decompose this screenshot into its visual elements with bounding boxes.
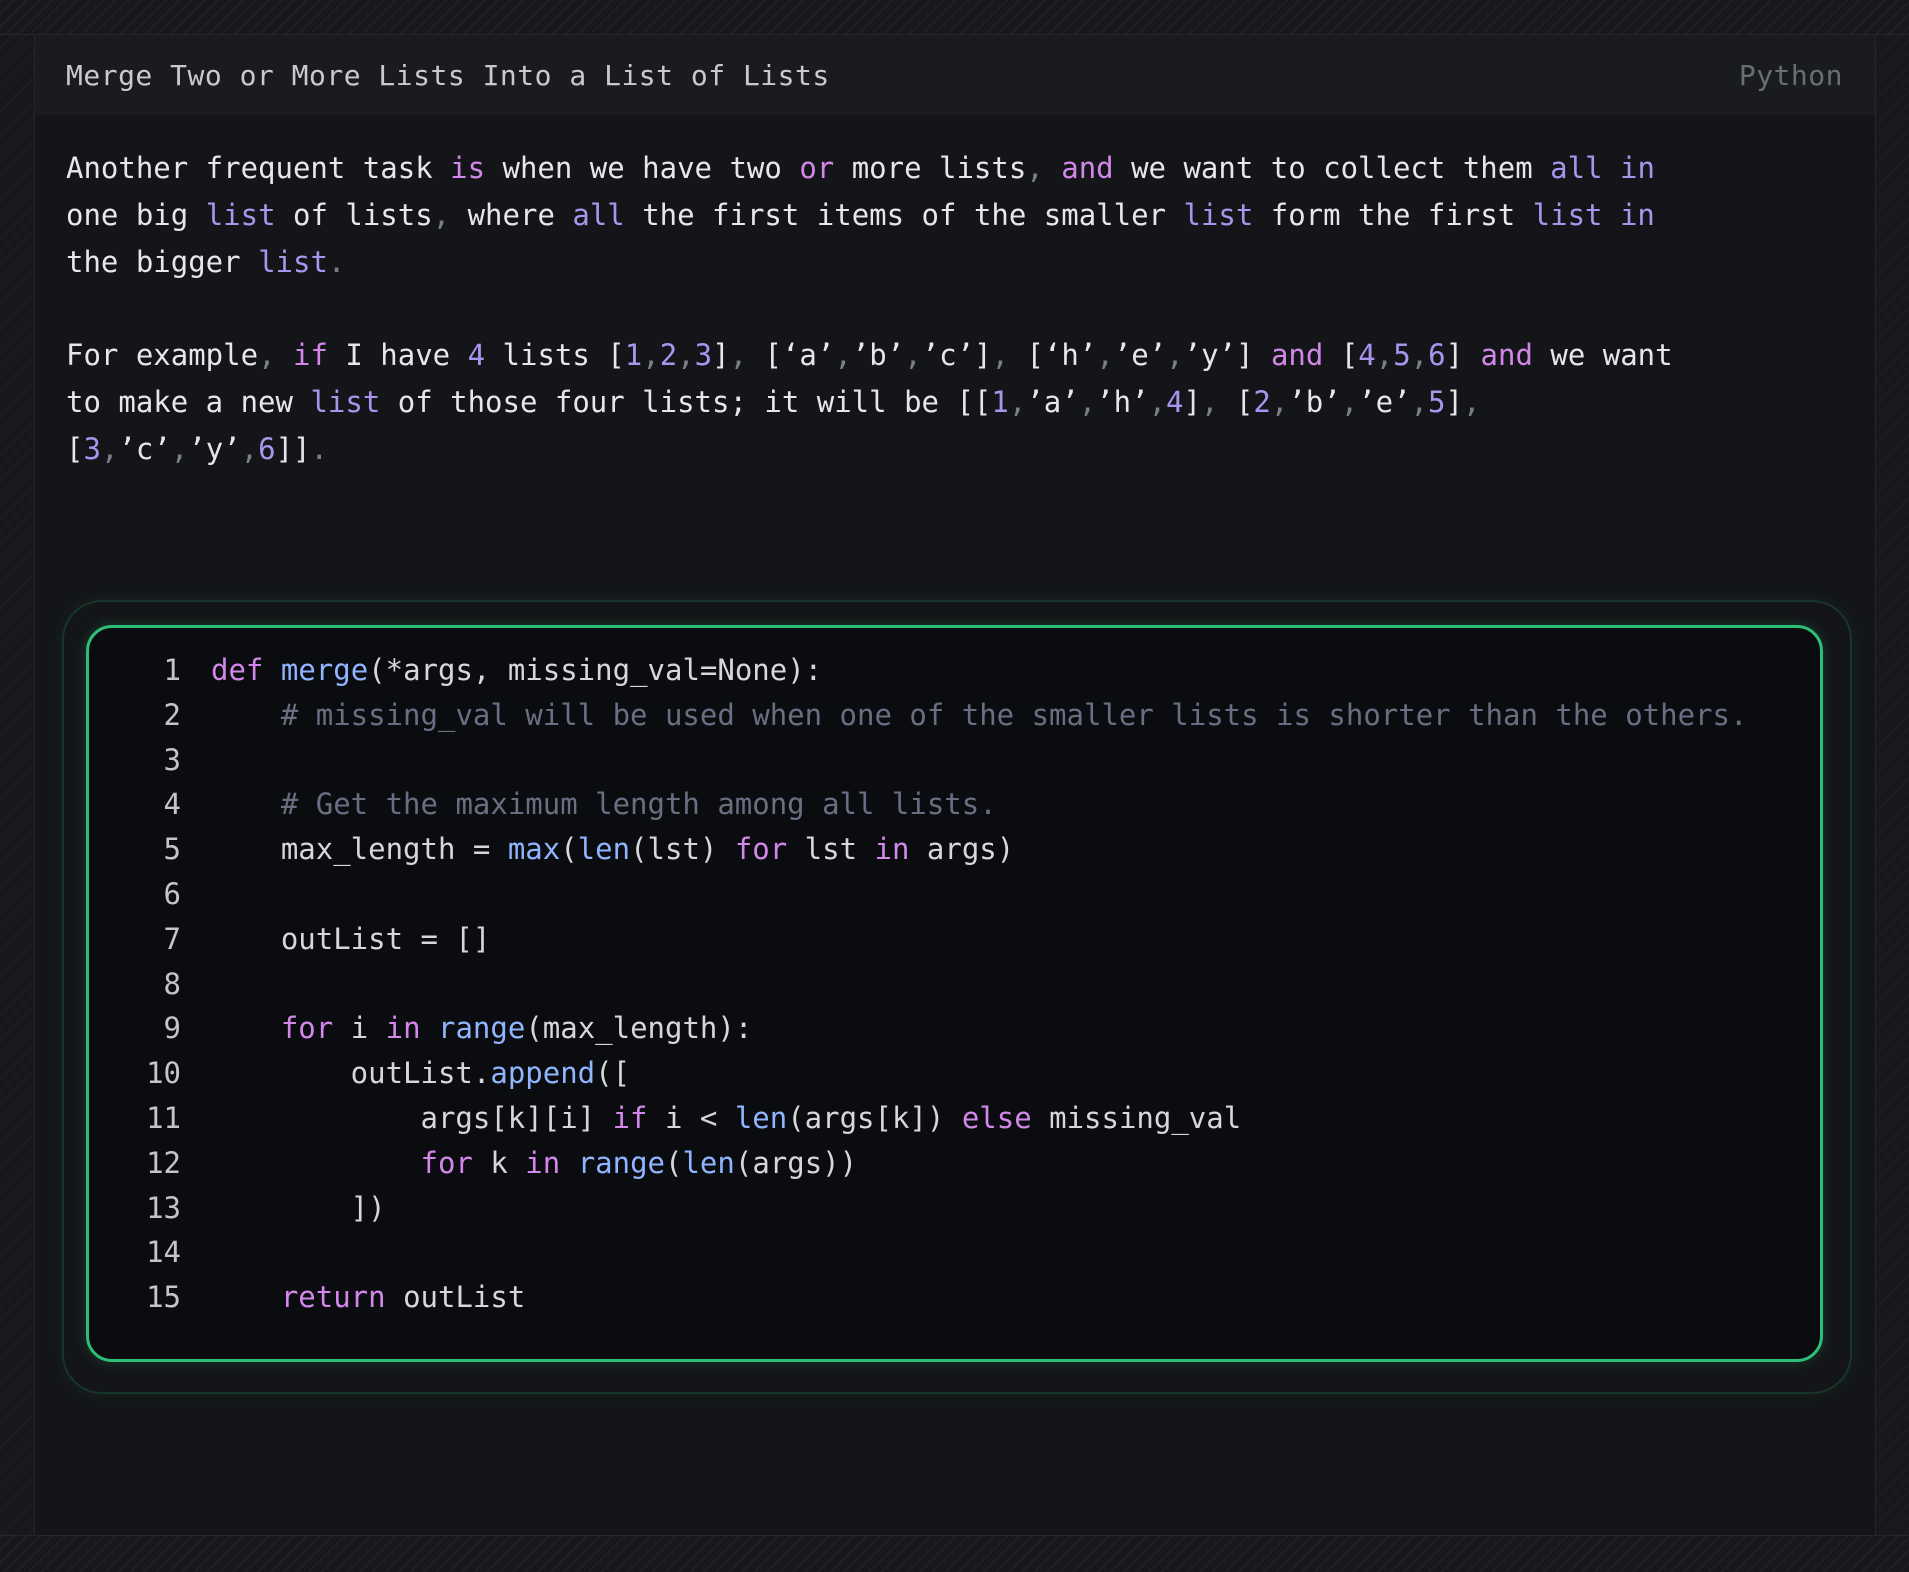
code-block: 1 def merge(*args, missing_val=None): 2 # … [86,625,1823,1362]
line-number: 1 [163,653,181,687]
code-text: args[k][i] if i < len(args[k]) else miss… [211,1100,1242,1135]
line-number: 10 [146,1056,181,1091]
code-line: 8 [129,962,1747,1007]
code-content: 1 def merge(*args, missing_val=None): 2 # … [129,648,1747,1320]
top-hatch-border [0,0,1909,35]
line-number: 6 [163,876,181,911]
line-number: 4 [163,787,181,822]
code-text: # missing_val will be used when one of t… [280,697,1748,732]
card-header: Merge Two or More Lists Into a List of L… [35,35,1875,115]
right-gutter [1875,34,1909,1535]
prose-line: For example, if I have 4 lists [1,2,3], … [66,338,1673,372]
code-line: 3 [129,738,1747,783]
language-label: Python [1738,58,1843,92]
code-line: 13 ]) [129,1186,1747,1231]
line-number: 14 [146,1235,181,1270]
line-number: 11 [146,1100,181,1135]
bottom-hatch-border [0,1535,1909,1572]
code-line: 11 args[k][i] if i < len(args[k]) else m… [129,1096,1747,1141]
line-number: 8 [163,966,181,1001]
code-line: 9 for i in range(max_length): [129,1006,1747,1051]
code-text: max_length = max(len(lst) for lst in arg… [211,832,1015,867]
code-text: outList.append([ [211,1056,631,1091]
prose-line: to make a new list of those four lists; … [66,385,1481,419]
code-text: outList = [] [211,921,491,956]
code-text: def merge(*args, missing_val=None): [211,653,823,687]
code-line: 5 max_length = max(len(lst) for lst in a… [129,827,1747,872]
code-text: for k in range(len(args)) [420,1145,858,1180]
line-number: 12 [146,1145,181,1180]
code-text: for i in range(max_length): [280,1011,753,1046]
line-number: 15 [146,1280,181,1315]
prose-line: [3,’c’,’y’,6]]. [66,432,328,466]
code-line: 2 # missing_val will be used when one of… [129,693,1748,738]
left-gutter [0,34,35,1535]
code-line: 6 [129,872,1747,917]
line-number: 5 [163,832,181,867]
code-line: 15 return outList [129,1275,1747,1320]
line-number: 2 [163,697,181,732]
line-number: 7 [163,921,181,956]
code-line: 12 for k in range(len(args)) [129,1141,1747,1186]
line-number: 9 [163,1011,181,1046]
snippet-title: Merge Two or More Lists Into a List of L… [66,58,830,92]
code-line: 14 [129,1230,1747,1275]
prose-line: one big list of lists, where all the fir… [66,198,1655,232]
code-text: return outList [280,1280,526,1315]
line-number: 3 [163,742,181,777]
line-number: 13 [146,1190,181,1225]
code-line: 4 # Get the maximum length among all lis… [129,782,1747,827]
code-text: # Get the maximum length among all lists… [280,787,997,822]
description-paragraph-1: Another frequent task is when we have tw… [66,145,1846,286]
code-line: 1 def merge(*args, missing_val=None): [129,648,1747,693]
code-line: 10 outList.append([ [129,1051,1747,1096]
description-paragraph-2: For example, if I have 4 lists [1,2,3], … [66,332,1846,473]
code-line: 7 outList = [] [129,917,1747,962]
prose-line: the bigger list. [66,245,346,279]
code-text: ]) [211,1190,386,1225]
prose-line: Another frequent task is when we have tw… [66,151,1655,185]
